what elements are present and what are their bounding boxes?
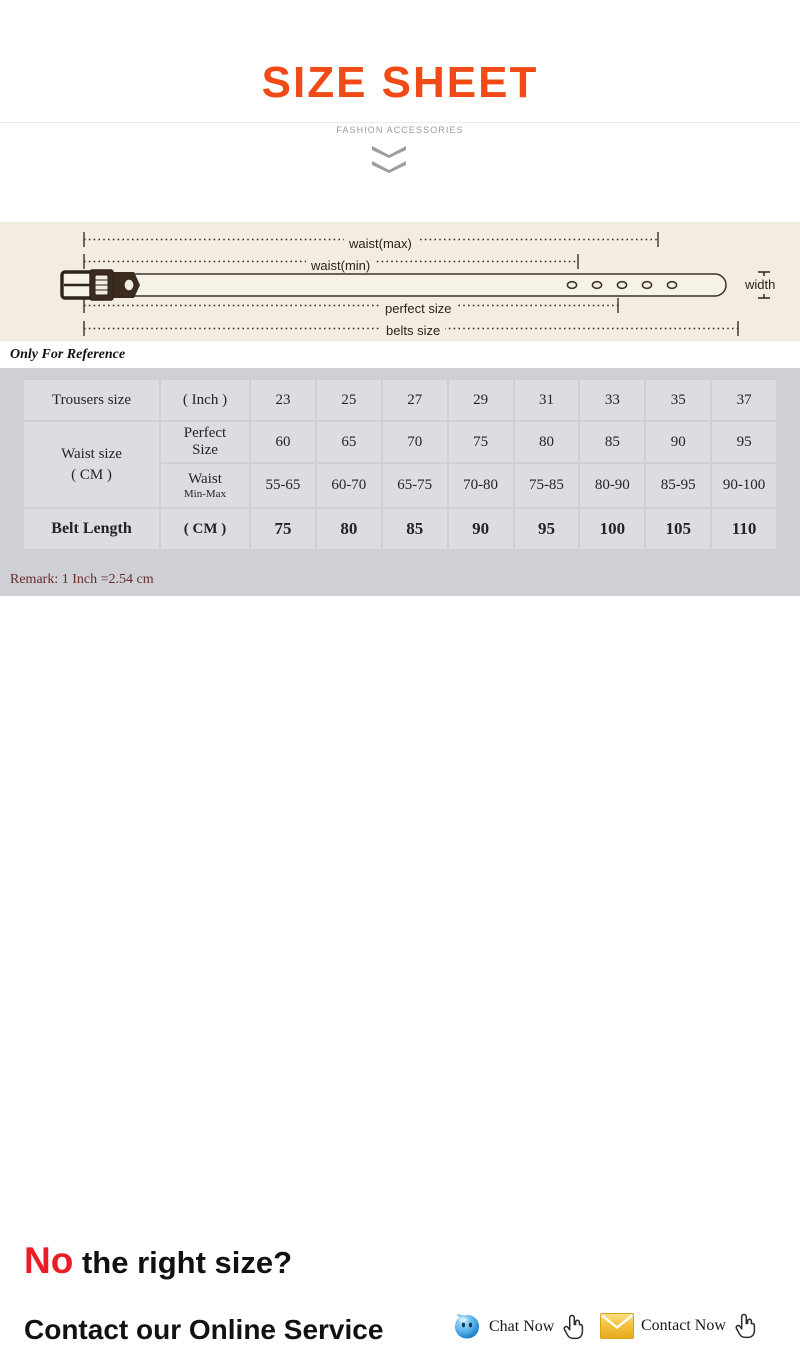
waist-minmax-line1: Waist [188,470,222,487]
cell-minmax-2: 65-75 [382,464,447,507]
cell-minmax-3: 70-80 [448,464,513,507]
cell-perfect-6: 90 [646,422,711,462]
belt-strap [107,273,727,297]
only-for-reference-note: Only For Reference [10,347,126,362]
cell-trousers-3: 29 [448,380,513,420]
row-label-belt-length: Belt Length [24,509,159,549]
cta-contact-line: Contact our Online Service [24,1314,384,1345]
cell-belt-7: 110 [712,509,776,549]
table-row-belt-length: Belt Length ( CM ) 75 80 85 90 95 100 10… [24,509,776,549]
waist-label-line1: Waist size [61,446,122,463]
cell-minmax-4: 75-85 [514,464,579,507]
cell-belt-5: 100 [580,509,645,549]
perfect-size-line2: Size [192,442,218,458]
cell-trousers-4: 31 [514,380,579,420]
belt-label-belts-size: belts size [381,323,446,338]
cell-belt-4: 95 [514,509,579,549]
cell-minmax-5: 80-90 [580,464,645,507]
row-label-waist-size: Waist size ( CM ) [24,422,159,507]
chat-now-label: Chat Now [489,1318,555,1335]
table-row-trousers: Trousers size ( Inch ) 23 25 27 29 31 33… [24,380,776,420]
chat-now-button[interactable]: Chat Now [452,1312,587,1342]
envelope-icon [600,1313,634,1339]
size-table: Trousers size ( Inch ) 23 25 27 29 31 33… [22,378,778,551]
header-section: SIZE SHEET FASHION ACCESSORIES [0,0,800,200]
cell-perfect-2: 70 [382,422,447,462]
cell-belt-3: 90 [448,509,513,549]
cell-trousers-0: 23 [251,380,315,420]
page-title: SIZE SHEET [261,58,539,107]
cell-minmax-7: 90-100 [712,464,776,507]
waist-minmax-line2: Min-Max [183,487,227,500]
cell-perfect-1: 65 [316,422,381,462]
chevron-down-icon-group [372,146,412,176]
cta-headline: No the right size? [24,1240,292,1282]
belt-diagram-section: waist(max) waist(min) perfect size belts… [0,222,800,341]
cell-trousers-1: 25 [316,380,381,420]
contact-now-label: Contact Now [641,1317,726,1334]
row-unit-trousers-size: ( Inch ) [161,380,249,420]
row-unit-perfect-size: Perfect Size [161,422,249,462]
row-unit-belt-length: ( CM ) [161,509,249,549]
cell-minmax-6: 85-95 [646,464,711,507]
row-label-trousers-size: Trousers size [24,380,159,420]
cell-minmax-1: 60-70 [316,464,381,507]
cta-headline-rest: the right size? [81,1245,293,1280]
contact-now-button[interactable]: Contact Now [600,1312,759,1340]
belt-label-perfect-size: perfect size [380,301,457,316]
cta-headline-highlight: No [24,1240,74,1281]
cell-perfect-0: 60 [251,422,315,462]
cell-trousers-7: 37 [712,380,776,420]
header-divider [0,122,800,123]
belt-label-width: width [745,277,776,292]
cell-belt-1: 80 [316,509,381,549]
cell-perfect-4: 80 [514,422,579,462]
chevron-down-icon [372,161,406,173]
pointing-hand-cursor-icon [563,1314,584,1340]
pointing-hand-cursor-icon [735,1313,756,1339]
cell-perfect-7: 95 [712,422,776,462]
perfect-size-line1: Perfect [183,424,227,441]
row-unit-waist-minmax: Waist Min-Max [161,464,249,507]
belt-label-waist-min: waist(min) [306,258,376,273]
cell-belt-2: 85 [382,509,447,549]
cell-trousers-2: 27 [382,380,447,420]
contact-cta-section: No the right size? Contact our Online Se… [0,596,800,1345]
waist-label-line2: ( CM ) [71,466,112,483]
page-subtitle: FASHION ACCESSORIES [336,125,464,135]
size-table-section: Trousers size ( Inch ) 23 25 27 29 31 33… [0,368,800,596]
cell-trousers-5: 33 [580,380,645,420]
table-row-waist-perfect: Waist size ( CM ) Perfect Size 60 65 70 … [24,422,776,507]
cell-minmax-0: 55-65 [251,464,315,507]
cell-perfect-5: 85 [580,422,645,462]
cell-perfect-3: 75 [448,422,513,462]
cell-belt-0: 75 [251,509,315,549]
cell-belt-6: 105 [646,509,711,549]
chat-bubble-icon [455,1314,479,1339]
cell-trousers-6: 35 [646,380,711,420]
chevron-down-icon [372,146,406,158]
table-remark: Remark: 1 Inch =2.54 cm [10,572,154,587]
belt-label-waist-max: waist(max) [344,236,417,251]
